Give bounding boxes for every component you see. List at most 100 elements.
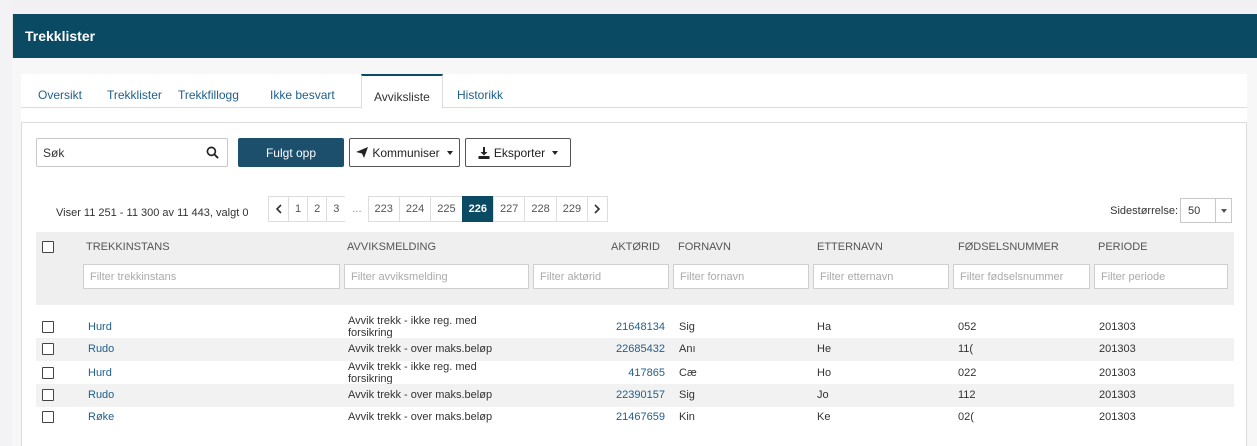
page-button[interactable]: 227 (492, 196, 526, 222)
page-button[interactable]: 223 (367, 196, 400, 222)
cell-aktorid[interactable]: 22390157 (576, 389, 665, 401)
page-button[interactable]: 225 (430, 196, 463, 222)
cell-periode: 201303 (1099, 343, 1136, 355)
row-checkbox[interactable] (42, 389, 54, 401)
cell-avviksmelding: Avvik trekk - over maks.beløp (348, 343, 493, 355)
column-header-fodselsnummer[interactable]: FØDSELSNUMMER (958, 241, 1059, 253)
cell-etternavn: Ke (817, 411, 831, 423)
row-checkbox[interactable] (42, 367, 54, 379)
page-size-label: Sidestørrelse: (1110, 205, 1178, 217)
cell-periode: 201303 (1099, 321, 1136, 333)
paper-plane-icon (356, 147, 369, 158)
filter-fornavn-input[interactable]: Filter fornavn (673, 264, 809, 289)
table-header: TREKKINSTANS AVVIKSMELDING AKTØRID FORNA… (36, 232, 1234, 305)
download-icon (478, 146, 490, 159)
filter-avviksmelding-input[interactable]: Filter avviksmelding (344, 264, 529, 289)
table-row[interactable]: Hurd Avvik trekk - ikke reg. med forsikri… (36, 361, 1234, 385)
cell-fodselsnummer: 02( (958, 411, 974, 423)
tab-bar: Oversikt Trekklister Trekkfillogg Ikke b… (21, 74, 1247, 109)
table-row[interactable]: Rudo Avvik trekk - over maks.beløp 22390… (36, 384, 1234, 407)
avviksliste-content: Søk Fulgt opp Kommuniser Eksporter Viser… (21, 122, 1247, 446)
cell-avviksmelding: Avvik trekk - over maks.beløp (348, 411, 493, 423)
page-button[interactable]: 224 (398, 196, 432, 222)
chevron-left-icon (275, 204, 282, 214)
page-button[interactable]: 2 (307, 196, 328, 222)
page-button[interactable]: 229 (555, 196, 589, 222)
cell-trekkinstans[interactable]: Hurd (88, 321, 112, 333)
deviation-table: TREKKINSTANS AVVIKSMELDING AKTØRID FORNA… (36, 232, 1234, 430)
export-label: Eksporter (493, 145, 546, 160)
column-header-aktorid[interactable]: AKTØRID (611, 241, 660, 253)
column-header-etternavn[interactable]: ETTERNAVN (817, 241, 883, 253)
cell-aktorid[interactable]: 21648134 (576, 321, 665, 333)
select-all-checkbox[interactable] (42, 241, 54, 253)
chevron-down-icon (552, 150, 559, 155)
cell-trekkinstans[interactable]: Røke (88, 411, 114, 423)
page-ellipsis: ... (345, 196, 369, 222)
tab-trekklister[interactable]: Trekklister (107, 88, 162, 102)
page-button-current[interactable]: 226 (461, 196, 494, 222)
cell-periode: 201303 (1099, 367, 1136, 379)
cell-fornavn: Kin (679, 411, 695, 423)
column-header-fornavn[interactable]: FORNAVN (678, 241, 731, 253)
search-icon[interactable] (206, 146, 219, 159)
chevron-down-icon (446, 150, 453, 155)
search-value: Søk (43, 145, 65, 160)
cell-aktorid[interactable]: 417865 (576, 367, 665, 379)
page-size-dropdown-button[interactable] (1215, 199, 1231, 222)
followed-up-button[interactable]: Fulgt opp (238, 138, 344, 167)
tab-oversikt[interactable]: Oversikt (38, 88, 82, 102)
cell-aktorid[interactable]: 21467659 (576, 411, 665, 423)
row-checkbox[interactable] (42, 411, 54, 423)
cell-fornavn: Sig (679, 321, 695, 333)
communicate-label: Kommuniser (372, 145, 440, 160)
cell-fodselsnummer: 022 (958, 367, 977, 379)
column-header-avviksmelding[interactable]: AVVIKSMELDING (347, 241, 436, 253)
page-header: Trekklister (13, 14, 1257, 58)
cell-avviksmelding: Avvik trekk - ikke reg. med forsikring (348, 315, 477, 339)
prev-page-button[interactable] (268, 196, 289, 222)
cell-avviksmelding: Avvik trekk - ikke reg. med forsikring (348, 361, 477, 385)
main-area: Oversikt Trekklister Trekkfillogg Ikke b… (12, 58, 1257, 446)
chevron-down-icon (1220, 208, 1227, 213)
cell-periode: 201303 (1099, 411, 1136, 423)
filter-fodselsnummer-input[interactable]: Filter fødselsnummer (953, 264, 1090, 289)
page-size-select[interactable]: 50 (1180, 198, 1232, 223)
page-button[interactable]: 1 (288, 196, 309, 222)
table-row[interactable]: Hurd Avvik trekk - ikke reg. med forsikri… (36, 315, 1234, 339)
cell-aktorid[interactable]: 22685432 (576, 343, 665, 355)
communicate-button[interactable]: Kommuniser (349, 138, 460, 167)
filter-etternavn-input[interactable]: Filter etternavn (813, 264, 949, 289)
page-button[interactable]: 3 (326, 196, 347, 222)
search-input[interactable]: Søk (36, 138, 228, 167)
cell-etternavn: Ha (817, 321, 832, 333)
chevron-right-icon (594, 204, 601, 214)
export-button[interactable]: Eksporter (465, 138, 571, 167)
filter-periode-input[interactable]: Filter periode (1094, 264, 1228, 289)
cell-etternavn: Jo (817, 389, 829, 401)
filter-aktorid-input[interactable]: Filter aktørid (533, 264, 669, 289)
cell-trekkinstans[interactable]: Rudo (88, 389, 114, 401)
pagination: 1 2 3 ... 223 224 225 226 227 228 229 (268, 196, 609, 222)
tab-historikk[interactable]: Historikk (457, 88, 503, 102)
cell-trekkinstans[interactable]: Hurd (88, 367, 112, 379)
cell-fornavn: Sig (679, 389, 695, 401)
cell-fodselsnummer: 052 (958, 321, 977, 333)
cell-avviksmelding: Avvik trekk - over maks.beløp (348, 389, 493, 401)
page-button[interactable]: 228 (524, 196, 557, 222)
row-checkbox[interactable] (42, 321, 54, 333)
cell-fodselsnummer: 11( (958, 343, 974, 355)
column-header-periode[interactable]: PERIODE (1098, 241, 1148, 253)
tab-ikke-besvart[interactable]: Ikke besvart (270, 88, 335, 102)
next-page-button[interactable] (587, 196, 609, 222)
table-row[interactable]: Røke Avvik trekk - over maks.beløp 21467… (36, 407, 1234, 430)
column-header-trekkinstans[interactable]: TREKKINSTANS (86, 241, 170, 253)
table-row[interactable]: Rudo Avvik trekk - over maks.beløp 22685… (36, 338, 1234, 361)
tab-avviksliste[interactable]: Avviksliste (361, 74, 443, 109)
pager-info: Viser 11 251 - 11 300 av 11 443, valgt 0 (56, 207, 249, 219)
cell-etternavn: He (817, 343, 832, 355)
filter-trekkinstans-input[interactable]: Filter trekkinstans (83, 264, 340, 289)
tab-trekkfillogg[interactable]: Trekkfillogg (178, 88, 239, 102)
cell-trekkinstans[interactable]: Rudo (88, 343, 114, 355)
row-checkbox[interactable] (42, 343, 54, 355)
